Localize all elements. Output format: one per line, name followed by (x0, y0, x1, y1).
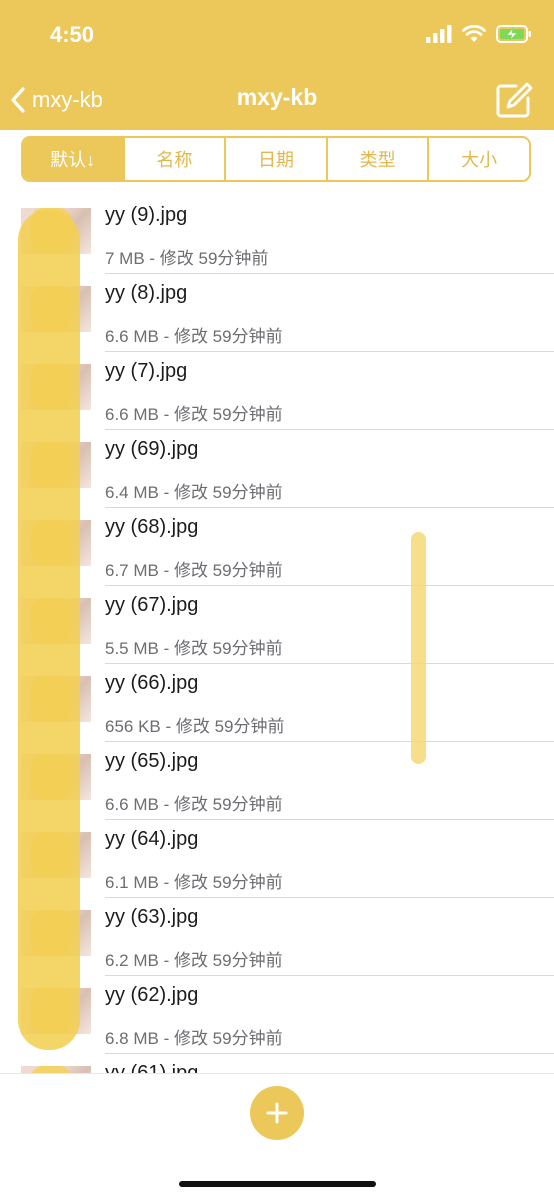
status-icons (426, 25, 532, 43)
file-name: yy (9).jpg (105, 204, 188, 226)
battery-charging-icon (496, 25, 531, 43)
file-name: yy (62).jpg (105, 984, 199, 1006)
file-name: yy (68).jpg (105, 516, 199, 538)
file-meta: 6.6 MB - 修改 59分钟前 (105, 405, 283, 424)
add-button[interactable] (250, 1086, 304, 1140)
sort-segmented-control: 默认↓ 名称 日期 类型 大小 (21, 136, 531, 182)
sort-tab-date[interactable]: 日期 (224, 138, 326, 180)
file-row[interactable]: yy (63).jpg 6.2 MB - 修改 59分钟前 (0, 898, 554, 976)
navigation-bar: mxy-kb mxy-kb (0, 70, 554, 130)
file-name: yy (64).jpg (105, 828, 199, 850)
home-indicator[interactable] (179, 1181, 376, 1187)
file-row[interactable]: yy (7).jpg 6.6 MB - 修改 59分钟前 (0, 352, 554, 430)
file-row[interactable]: yy (62).jpg 6.8 MB - 修改 59分钟前 (0, 976, 554, 1054)
sort-tab-name[interactable]: 名称 (122, 138, 225, 180)
back-button-label: mxy-kb (32, 87, 103, 112)
compose-icon (496, 82, 533, 118)
file-row[interactable]: yy (67).jpg 5.5 MB - 修改 59分钟前 (0, 586, 554, 664)
chevron-left-icon (11, 87, 25, 113)
file-row[interactable]: yy (65).jpg 6.6 MB - 修改 59分钟前 (0, 742, 554, 820)
file-meta: 6.8 MB - 修改 59分钟前 (105, 1029, 283, 1048)
file-meta: 656 KB - 修改 59分钟前 (105, 717, 285, 736)
file-meta: 6.6 MB - 修改 59分钟前 (105, 327, 283, 346)
wifi-icon (462, 25, 486, 42)
file-thumbnail (21, 754, 91, 800)
app-header: 4:50 mxy-kb mxy-kb (0, 0, 554, 130)
file-row[interactable]: yy (9).jpg 7 MB - 修改 59分钟前 (0, 196, 554, 274)
file-name: yy (66).jpg (105, 672, 199, 694)
file-name: yy (65).jpg (105, 750, 199, 772)
file-thumbnail (21, 676, 91, 722)
file-meta: 7 MB - 修改 59分钟前 (105, 249, 269, 268)
file-thumbnail (21, 598, 91, 644)
sort-tab-size[interactable]: 大小 (427, 138, 529, 180)
file-meta: 6.4 MB - 修改 59分钟前 (105, 483, 283, 502)
back-button[interactable]: mxy-kb (10, 80, 103, 120)
file-name: yy (7).jpg (105, 360, 188, 382)
file-thumbnail (21, 364, 91, 410)
file-row[interactable]: yy (64).jpg 6.1 MB - 修改 59分钟前 (0, 820, 554, 898)
status-time: 4:50 (50, 22, 95, 47)
file-thumbnail (21, 988, 91, 1034)
file-meta: 6.1 MB - 修改 59分钟前 (105, 873, 283, 892)
edit-button[interactable] (494, 80, 534, 120)
file-row[interactable]: yy (69).jpg 6.4 MB - 修改 59分钟前 (0, 430, 554, 508)
file-row[interactable]: yy (61).jpg (0, 1054, 554, 1074)
file-name: yy (8).jpg (105, 282, 188, 304)
file-row[interactable]: yy (66).jpg 656 KB - 修改 59分钟前 (0, 664, 554, 742)
file-meta: 6.7 MB - 修改 59分钟前 (105, 561, 283, 580)
plus-icon (266, 1102, 288, 1124)
file-thumbnail (21, 442, 91, 488)
file-row[interactable]: yy (68).jpg 6.7 MB - 修改 59分钟前 (0, 508, 554, 586)
status-bar: 4:50 (0, 0, 554, 70)
file-meta: 6.2 MB - 修改 59分钟前 (105, 951, 283, 970)
file-name: yy (63).jpg (105, 906, 199, 928)
file-name: yy (69).jpg (105, 438, 199, 460)
cellular-signal-icon (426, 25, 452, 43)
sort-tab-default[interactable]: 默认↓ (23, 138, 123, 180)
file-meta: 5.5 MB - 修改 59分钟前 (105, 639, 283, 658)
file-list: yy (9).jpg 7 MB - 修改 59分钟前 yy (8).jpg 6.… (0, 196, 554, 1074)
file-name: yy (67).jpg (105, 594, 199, 616)
file-thumbnail (21, 520, 91, 566)
file-thumbnail (21, 286, 91, 332)
file-meta: 6.6 MB - 修改 59分钟前 (105, 795, 283, 814)
file-row[interactable]: yy (8).jpg 6.6 MB - 修改 59分钟前 (0, 274, 554, 352)
sort-tab-type[interactable]: 类型 (325, 138, 428, 180)
file-thumbnail (21, 208, 91, 254)
file-thumbnail (21, 832, 91, 878)
file-thumbnail (21, 910, 91, 956)
